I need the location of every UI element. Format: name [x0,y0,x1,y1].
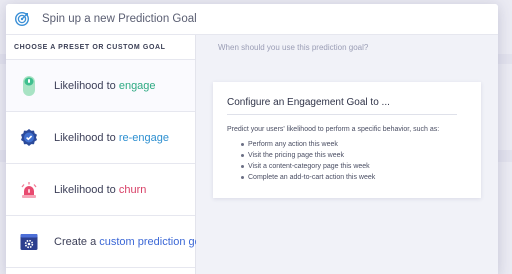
options-heading: CHOOSE A PRESET OR CUSTOM GOAL [6,35,195,60]
list-item: Visit a content-category page this week [241,161,467,172]
option-churn[interactable]: Likelihood to churn [6,164,195,216]
goal-options-panel: CHOOSE A PRESET OR CUSTOM GOAL Likelihoo… [6,35,209,274]
card-description: Predict your users' likelihood to perfor… [227,126,440,133]
modal-header: Spin up a new Prediction Goal [6,4,498,35]
list-item-text: Visit a content-category page this week [248,163,370,170]
bullet-icon [241,176,244,179]
list-item-text: Perform any action this week [248,141,338,148]
option-engage-label: Likelihood to engage [54,80,156,92]
alarm-siren-icon [19,179,39,201]
engage-icon [19,75,39,97]
list-item-text: Visit the pricing page this week [248,152,344,159]
option-custom-label: Create a custom prediction goal [54,236,209,248]
option-re-engage-label: Likelihood to re-engage [54,132,169,144]
option-re-engage-prefix: Likelihood to [54,131,119,144]
page: Spin up a new Prediction Goal CHOOSE A P… [0,0,512,274]
goal-description-card: Configure an Engagement Goal to ... Pred… [213,82,481,198]
re-engage-badge-icon [19,127,39,149]
list-item-text: Complete an add-to-cart action this week [248,174,376,181]
option-engage[interactable]: Likelihood to engage [6,60,195,112]
card-title: Configure an Engagement Goal to ... [227,97,457,115]
example-behaviors-list: Perform any action this week Visit the p… [227,139,467,183]
option-engage-prefix: Likelihood to [54,79,119,92]
bullet-icon [241,154,244,157]
option-custom-keyword: custom prediction goal [99,235,210,248]
option-churn-prefix: Likelihood to [54,183,119,196]
bullet-icon [241,143,244,146]
option-engage-keyword: engage [118,79,156,92]
custom-gear-window-icon [19,231,39,253]
target-icon [14,11,30,27]
option-churn-label: Likelihood to churn [54,184,146,196]
list-item: Complete an add-to-cart action this week [241,172,467,183]
goal-info-panel: When should you use this prediction goal… [196,35,498,274]
info-heading: When should you use this prediction goal… [196,35,498,60]
option-custom[interactable]: Create a custom prediction goal [6,216,209,268]
list-item: Visit the pricing page this week [241,150,467,161]
option-churn-keyword: churn [118,183,147,196]
option-custom-prefix: Create a [54,235,100,248]
modal-title: Spin up a new Prediction Goal [42,13,197,25]
prediction-goal-modal: Spin up a new Prediction Goal CHOOSE A P… [6,4,498,274]
option-re-engage[interactable]: Likelihood to re-engage [6,112,195,164]
bullet-icon [241,165,244,168]
list-item: Perform any action this week [241,139,467,150]
option-re-engage-keyword: re-engage [118,131,169,144]
